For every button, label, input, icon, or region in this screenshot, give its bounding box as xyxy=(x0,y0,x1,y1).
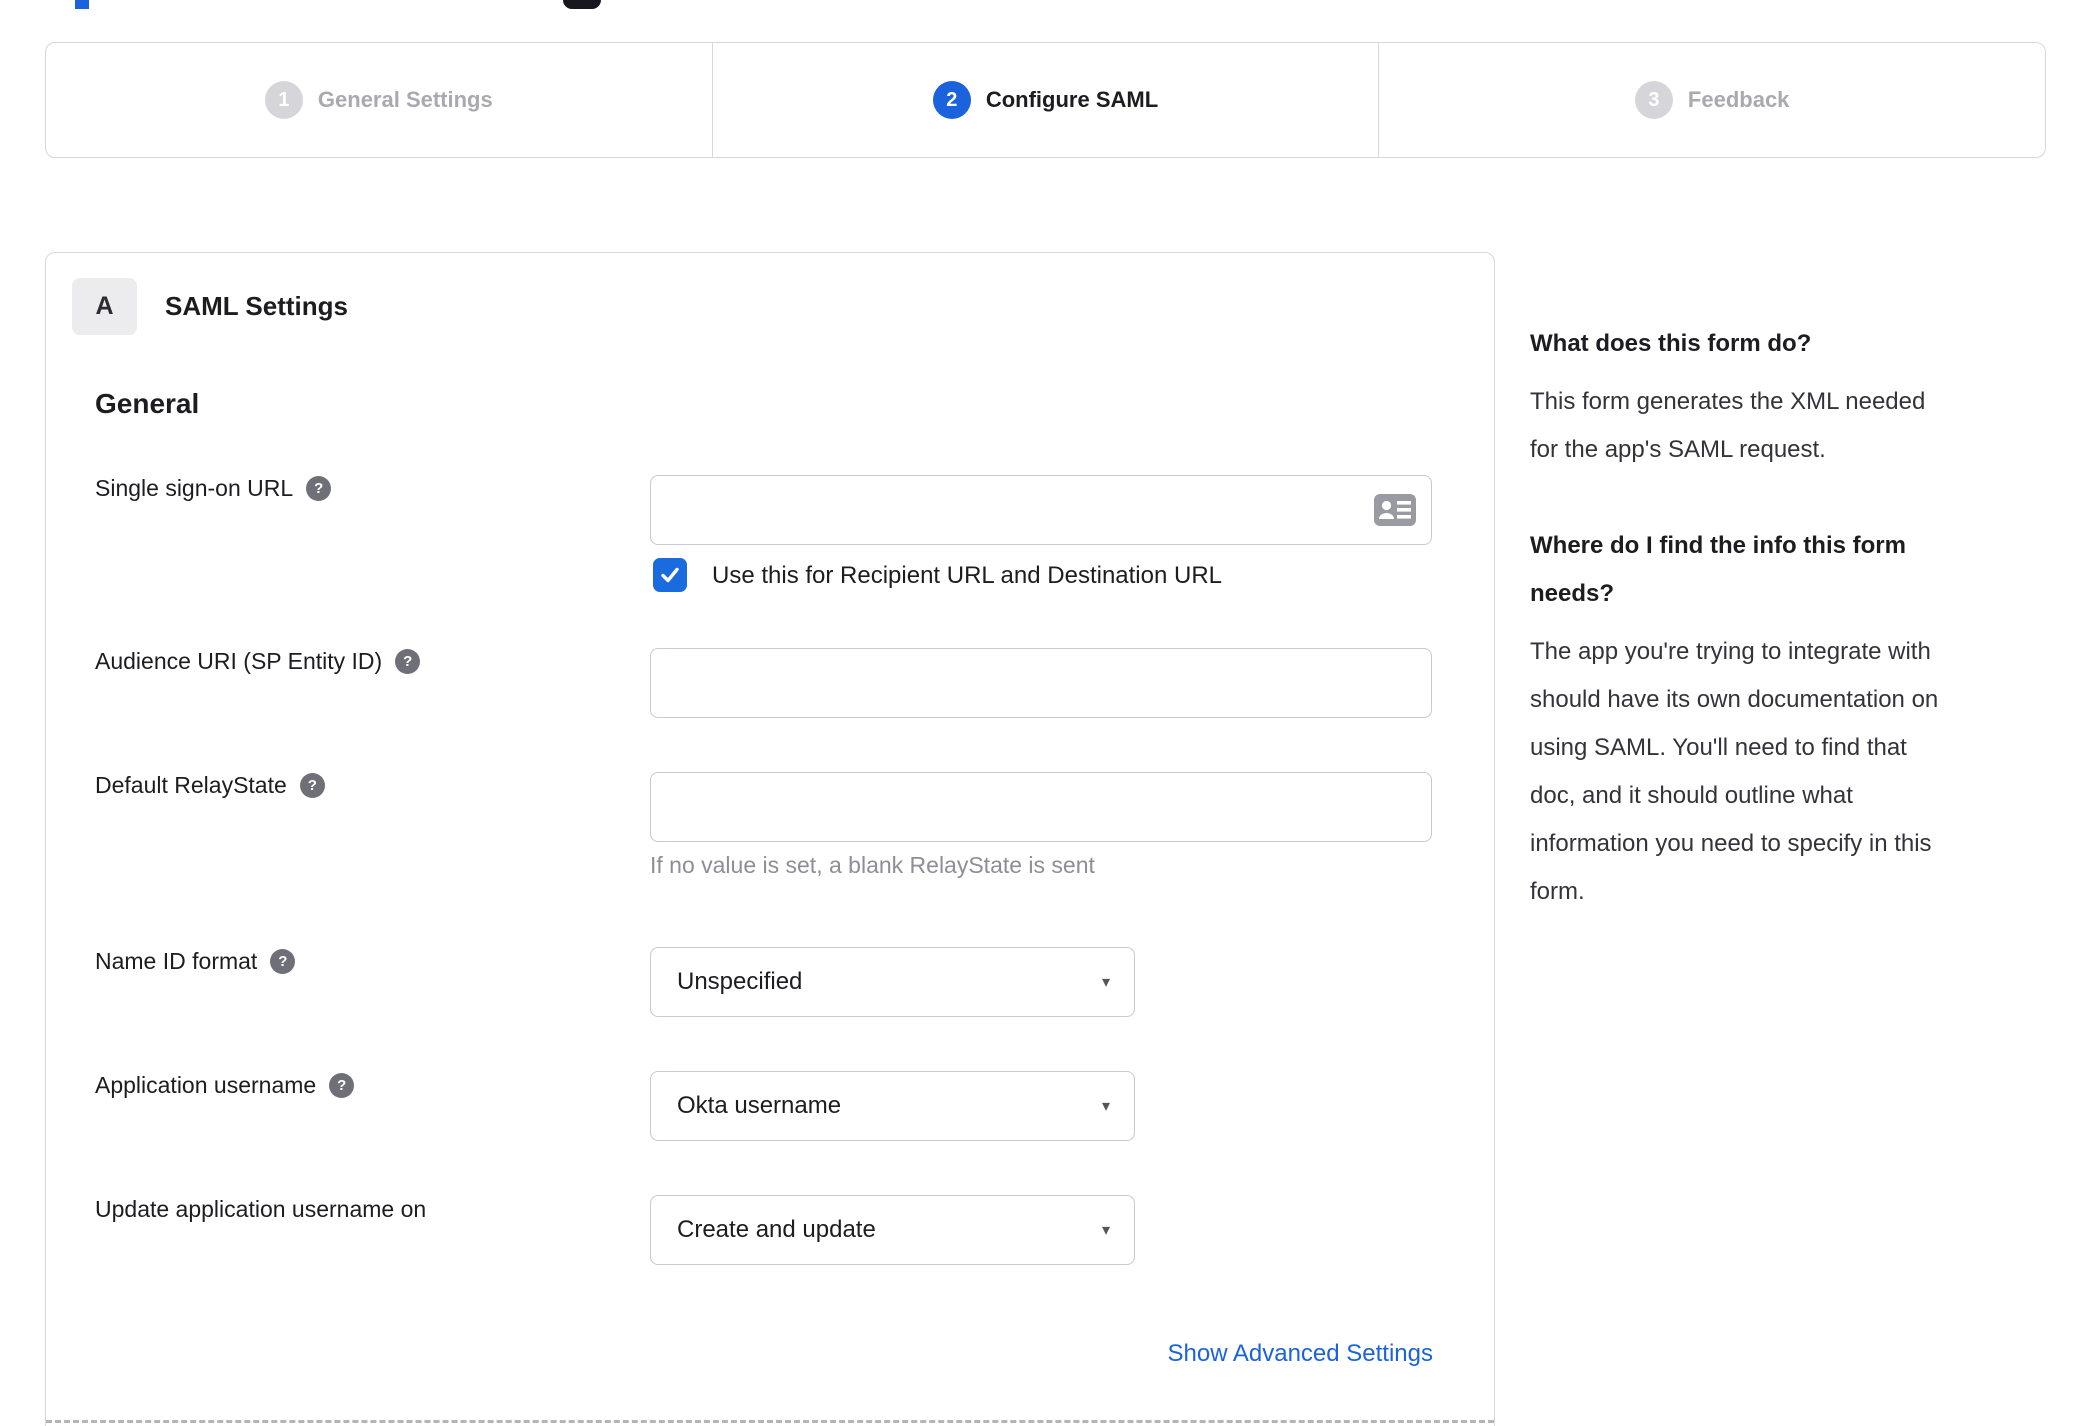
saml-settings-title: SAML Settings xyxy=(165,291,348,321)
default-relaystate-help-icon[interactable]: ? xyxy=(299,773,325,798)
section-dashed-divider xyxy=(46,1420,1494,1423)
general-section-heading: General xyxy=(95,388,200,419)
application-username-value: Okta username xyxy=(677,1092,842,1119)
show-advanced-settings-link[interactable]: Show Advanced Settings xyxy=(1117,1340,1433,1368)
relaystate-hint-text: If no value is set, a blank RelayState i… xyxy=(650,852,1095,878)
step-2-label: Configure SAML xyxy=(985,87,1159,112)
step-general-settings[interactable]: 1 General Settings xyxy=(46,43,712,157)
recipient-destination-checkbox-label[interactable]: Use this for Recipient URL and Destinati… xyxy=(712,562,1222,590)
help-question-1: What does this form do? xyxy=(1530,330,1812,357)
step-configure-saml[interactable]: 2 Configure SAML xyxy=(711,43,1379,157)
step-3-number-badge: 3 xyxy=(1634,81,1673,119)
application-username-label: Application username xyxy=(95,1072,317,1098)
sso-url-input[interactable] xyxy=(650,475,1432,545)
name-id-format-help-icon[interactable]: ? xyxy=(270,949,296,974)
audience-uri-input[interactable] xyxy=(650,648,1432,718)
chevron-down-icon: ▾ xyxy=(1101,1222,1110,1239)
help-answer-1: This form generates the XML needed for t… xyxy=(1530,388,1926,463)
sso-url-help-icon[interactable]: ? xyxy=(306,476,332,501)
step-feedback[interactable]: 3 Feedback xyxy=(1378,43,2045,157)
help-answer-2: The app you're trying to integrate with … xyxy=(1530,638,1939,905)
audience-uri-label-row: Audience URI (SP Entity ID) ? xyxy=(95,648,421,675)
update-application-username-label: Update application username on xyxy=(95,1196,427,1222)
audience-uri-label: Audience URI (SP Entity ID) xyxy=(95,648,383,674)
wizard-stepper: 1 General Settings 2 Configure SAML 3 Fe… xyxy=(45,42,2046,158)
update-application-username-dropdown[interactable]: Create and update ▾ xyxy=(650,1195,1135,1265)
application-username-label-row: Application username ? xyxy=(95,1072,355,1099)
step-1-label: General Settings xyxy=(317,87,493,112)
default-relaystate-input[interactable] xyxy=(650,772,1432,842)
application-username-help-icon[interactable]: ? xyxy=(329,1073,355,1098)
sso-url-label-row: Single sign-on URL ? xyxy=(95,475,332,502)
sso-url-label: Single sign-on URL xyxy=(95,475,294,501)
clipped-header-blue-artifact xyxy=(75,0,89,9)
update-application-username-label-row: Update application username on xyxy=(95,1196,426,1223)
recipient-destination-checkbox[interactable] xyxy=(653,558,687,592)
default-relaystate-label: Default RelayState xyxy=(95,772,287,798)
configure-saml-page: 1 General Settings 2 Configure SAML 3 Fe… xyxy=(0,0,2092,1426)
default-relaystate-label-row: Default RelayState ? xyxy=(95,772,325,799)
name-id-format-label-row: Name ID format ? xyxy=(95,948,296,975)
clipped-header-dark-artifact xyxy=(563,0,601,9)
step-3-label: Feedback xyxy=(1687,87,1790,112)
name-id-format-label: Name ID format xyxy=(95,948,258,974)
update-application-username-value: Create and update xyxy=(677,1216,876,1243)
name-id-format-value: Unspecified xyxy=(677,968,803,995)
checkbox-check-icon xyxy=(661,567,679,583)
audience-uri-help-icon[interactable]: ? xyxy=(395,649,421,674)
step-2-number-badge: 2 xyxy=(932,81,971,119)
chevron-down-icon: ▾ xyxy=(1101,1098,1110,1115)
name-id-format-dropdown[interactable]: Unspecified ▾ xyxy=(650,947,1135,1017)
chevron-down-icon: ▾ xyxy=(1101,974,1110,991)
help-question-2: Where do I find the info this form needs… xyxy=(1530,532,1906,607)
step-1-number-badge: 1 xyxy=(264,81,303,119)
section-a-badge: A xyxy=(72,278,137,335)
application-username-dropdown[interactable]: Okta username ▾ xyxy=(650,1071,1135,1141)
